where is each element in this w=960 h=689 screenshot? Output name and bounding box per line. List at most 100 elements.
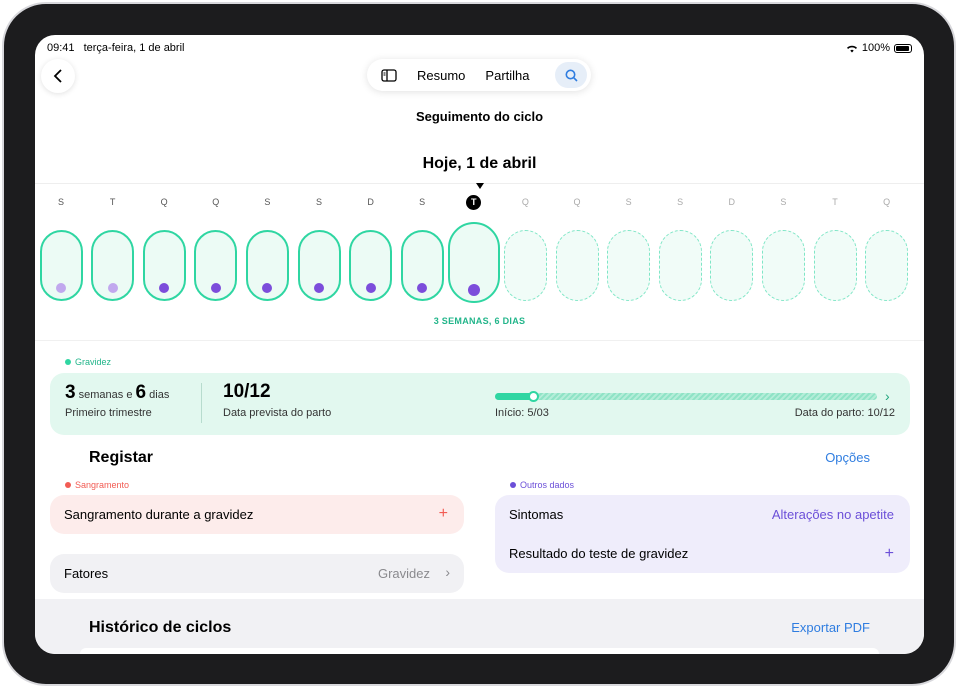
log-dot: [467, 284, 480, 296]
share-tab[interactable]: Partilha: [475, 62, 539, 88]
pregnancy-tag: Gravidez: [65, 357, 111, 367]
day-letter: Q: [883, 197, 891, 207]
pregnancy-progress-bar: [495, 391, 877, 402]
today-marker-icon: [476, 183, 484, 189]
bullet-icon: [65, 482, 71, 488]
progress-knob: [528, 391, 540, 402]
bleeding-row[interactable]: Sangramento durante a gravidez +: [50, 495, 464, 534]
app-screen: 09:41 terça-feira, 1 de abril 100% Resum…: [35, 35, 924, 654]
export-pdf-link[interactable]: Exportar PDF: [791, 620, 870, 635]
wifi-icon: [846, 45, 857, 52]
pregnancy-card[interactable]: 3 semanas e 6 dias Primeiro trimestre 10…: [50, 373, 910, 435]
cycle-day[interactable]: [400, 230, 444, 301]
day-letter: Q: [212, 197, 220, 207]
history-card: [80, 648, 879, 654]
end-date-label: Data do parto: 10/12: [794, 407, 895, 419]
days-count: 6: [135, 382, 147, 403]
other-data-tag-label: Outros dados: [520, 480, 575, 490]
day-letter: S: [625, 197, 632, 207]
log-dot: [159, 283, 170, 293]
cycle-day[interactable]: [607, 230, 651, 301]
battery-icon: [894, 43, 912, 53]
day-letter: D: [367, 197, 374, 207]
due-date: 10/12: [223, 381, 271, 402]
cycle-day[interactable]: [39, 230, 83, 301]
weeks-label: 3 SEMANAS, 6 DIAS: [433, 316, 526, 326]
date-title: Hoje, 1 de abril: [422, 155, 537, 172]
register-heading: Registar: [89, 449, 154, 466]
cycle-day[interactable]: [142, 230, 186, 301]
chevron-left-icon: [53, 69, 62, 83]
cycle-day[interactable]: [658, 230, 702, 301]
log-dot: [417, 283, 428, 293]
add-icon[interactable]: +: [439, 505, 448, 523]
status-date: terça-feira, 1 de abril: [83, 42, 185, 54]
cycle-history-title: Histórico de ciclos: [89, 619, 232, 636]
chevron-right-icon: ›: [445, 564, 450, 580]
cycle-day[interactable]: [194, 230, 238, 301]
cycle-day[interactable]: [865, 230, 909, 301]
symptoms-label: Sintomas: [509, 507, 564, 522]
log-dot: [56, 283, 66, 293]
day-letter: D: [728, 197, 736, 207]
cycle-day[interactable]: [91, 230, 135, 301]
pregnancy-test-row[interactable]: Resultado do teste de gravidez +: [509, 534, 894, 573]
status-bar: 09:41 terça-feira, 1 de abril 100%: [47, 41, 912, 55]
battery-percent: 100%: [861, 42, 890, 54]
symptoms-row[interactable]: Sintomas Alterações no apetite: [509, 495, 894, 534]
options-link[interactable]: Opções: [825, 450, 870, 465]
bleeding-row-label: Sangramento durante a gravidez: [64, 507, 254, 522]
sidebar-icon: [381, 68, 397, 82]
cycle-day[interactable]: [555, 230, 599, 301]
cycle-day[interactable]: [761, 230, 805, 301]
cycle-day[interactable]: [245, 230, 289, 301]
divider: [201, 383, 202, 423]
bullet-icon: [65, 359, 71, 365]
day-letter: S: [264, 197, 271, 207]
other-data-tag: Outros dados: [510, 480, 574, 490]
day-letter: S: [780, 197, 787, 207]
factors-value: Gravidez: [377, 566, 430, 581]
factors-row[interactable]: Fatores Gravidez ›: [50, 554, 464, 593]
trimester-label: Primeiro trimestre: [65, 407, 152, 419]
bullet-icon: [510, 482, 516, 488]
weeks-count: 3: [65, 382, 76, 403]
add-icon[interactable]: +: [885, 545, 894, 563]
cycle-day[interactable]: [710, 230, 754, 301]
factors-label: Fatores: [64, 566, 109, 581]
day-letter: S: [315, 197, 322, 207]
log-dot: [107, 283, 118, 293]
day-letter: T: [466, 195, 482, 210]
day-letter: Q: [160, 197, 168, 207]
day-letter: S: [57, 197, 64, 207]
day-letter: Q: [573, 197, 581, 207]
log-dot: [210, 283, 221, 293]
day-letter: S: [419, 197, 426, 207]
due-date-label: Data prevista do parto: [223, 407, 332, 419]
pregnancy-test-label: Resultado do teste de gravidez: [509, 546, 689, 561]
other-data-card: Sintomas Alterações no apetite Resultado…: [495, 495, 910, 573]
bleeding-tag: Sangramento: [65, 480, 129, 490]
summary-tab[interactable]: Resumo: [407, 62, 475, 88]
day-letter: T: [832, 197, 838, 207]
cycle-day[interactable]: [349, 230, 393, 301]
cycle-day[interactable]: [447, 222, 500, 303]
day-letter: S: [677, 197, 684, 207]
search-icon: [565, 69, 578, 82]
sidebar-toggle-button[interactable]: [371, 62, 407, 88]
back-button[interactable]: [41, 59, 75, 93]
cycle-day[interactable]: [503, 230, 547, 301]
day-letter: T: [109, 197, 116, 207]
page-title: Seguimento do ciclo: [415, 109, 544, 124]
divider: [35, 340, 924, 341]
chevron-right-icon: ›: [885, 388, 890, 404]
symptoms-value: Alterações no apetite: [771, 507, 894, 522]
days-unit: dias: [149, 389, 170, 401]
cycle-day[interactable]: [297, 230, 341, 301]
weeks-summary: 3 semanas e 6 dias: [65, 382, 169, 404]
bleeding-tag-label: Sangramento: [75, 480, 130, 490]
search-button[interactable]: [555, 62, 587, 88]
top-toolbar: Resumo Partilha: [367, 59, 591, 91]
start-date-label: Início: 5/03: [495, 407, 549, 419]
cycle-day[interactable]: [813, 230, 857, 301]
